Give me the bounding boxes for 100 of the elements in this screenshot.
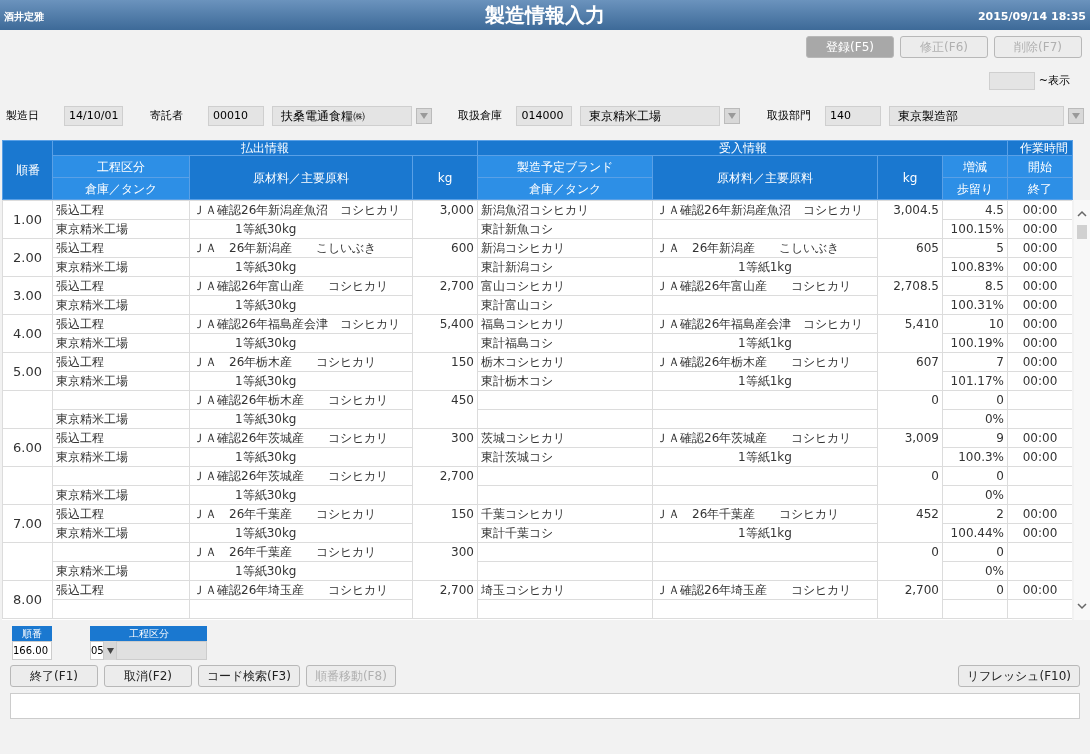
function-button[interactable]: 取消(F2) <box>104 665 192 687</box>
input-field[interactable]: 東京製造部 <box>889 106 1064 126</box>
table-cell: 450 <box>451 393 474 407</box>
table-cell: 1等紙30kg <box>235 412 297 426</box>
table-cell: 東京精米工場 <box>56 222 128 236</box>
table-cell: 9 <box>996 431 1004 445</box>
table-cell: 1等紙30kg <box>235 298 297 312</box>
input-field[interactable]: 166.00 <box>12 641 52 660</box>
table-cell: 0 <box>996 469 1004 483</box>
table-cell: 東計新潟コシ <box>481 260 553 274</box>
table-cell: 607 <box>916 355 939 369</box>
table-cell: ＪＡ確認26年栃木産 コシヒカリ <box>656 355 852 369</box>
table-cell: 100.83% <box>950 260 1004 274</box>
scroll-down-icon[interactable] <box>1077 603 1087 610</box>
table-cell: 00:00 <box>1022 298 1058 312</box>
function-button[interactable]: 終了(F1) <box>10 665 98 687</box>
table-cell: 張込工程 <box>56 583 104 597</box>
table-cell: 富山コシヒカリ <box>481 279 565 293</box>
table-cell: ＪＡ確認26年新潟産魚沼 コシヒカリ <box>193 203 401 217</box>
table-cell: 張込工程 <box>56 317 104 331</box>
table-cell: 605 <box>916 241 939 255</box>
table-cell: 7 <box>996 355 1004 369</box>
table-cell: 3.00 <box>13 287 42 303</box>
table-cell: 1等紙1kg <box>738 450 792 464</box>
table-cell: ＪＡ 26年千葉産 コシヒカリ <box>193 545 377 559</box>
function-button[interactable]: コード検索(F3) <box>198 665 300 687</box>
table-cell: 2 <box>996 507 1004 521</box>
table-cell: 5,410 <box>904 317 939 331</box>
table-cell: 1等紙1kg <box>738 260 792 274</box>
field-label: 寄託者 <box>149 107 184 124</box>
column-header: 払出情報 <box>241 141 289 155</box>
table-cell: 0 <box>996 393 1004 407</box>
table-cell: ＪＡ確認26年新潟産魚沼 コシヒカリ <box>656 203 864 217</box>
scrollbar[interactable] <box>1074 200 1090 620</box>
table-cell: 3,009 <box>904 431 939 445</box>
table-cell: 東京精米工場 <box>56 412 128 426</box>
table-cell: 東計福島コシ <box>481 336 553 350</box>
input-field[interactable]: 扶桑電通食糧㈱ <box>271 106 412 126</box>
table-cell: 00:00 <box>1022 507 1058 521</box>
column-header: 原材料／主要原料 <box>253 170 349 185</box>
table-cell: 2,700 <box>439 279 474 293</box>
table-cell: 東計千葉コシ <box>481 526 553 540</box>
table-cell: 2,708.5 <box>893 279 939 293</box>
column-header: 順番 <box>15 163 40 177</box>
column-header: 工程区分 <box>90 626 207 641</box>
column-header: 順番 <box>12 626 52 641</box>
column-header: 受入情報 <box>718 141 767 155</box>
table-cell: ＪＡ確認26年福島産会津 コシヒカリ <box>193 317 401 331</box>
input-field[interactable] <box>988 72 1035 90</box>
table-cell: ＪＡ確認26年茨城産 コシヒカリ <box>193 469 389 483</box>
table-cell: 0 <box>931 393 939 407</box>
column-header: 歩留り <box>957 181 993 196</box>
table-cell: 300 <box>451 545 474 559</box>
table-cell: ＪＡ確認26年富山産 コシヒカリ <box>656 279 852 293</box>
table-cell: 1等紙30kg <box>235 374 297 388</box>
table-cell: 8.00 <box>13 591 42 607</box>
caret-icon <box>1072 113 1080 119</box>
scroll-thumb[interactable] <box>1077 225 1087 239</box>
table-cell: 1等紙30kg <box>235 488 297 502</box>
column-header: 終了 <box>1028 181 1052 196</box>
table-cell: 東京精米工場 <box>56 336 128 350</box>
table-cell: 00:00 <box>1022 241 1058 255</box>
table-cell: 00:00 <box>1022 222 1058 236</box>
table-cell: 東計栃木コシ <box>481 374 553 388</box>
column-header: 作業時間 <box>1020 141 1068 155</box>
input-field[interactable]: 東京精米工場 <box>580 106 721 126</box>
column-header: 工程区分 <box>97 159 145 174</box>
table-cell: 1等紙1kg <box>738 374 792 388</box>
input-field[interactable]: 00010 <box>207 106 264 126</box>
table-cell: 張込工程 <box>56 431 104 445</box>
input-field[interactable]: 14/10/01 <box>64 106 124 126</box>
table-cell: 300 <box>451 431 474 445</box>
table-cell: 3,000 <box>439 203 474 217</box>
scroll-up-icon[interactable] <box>1077 210 1087 217</box>
table-cell: 1等紙30kg <box>235 450 297 464</box>
table-cell: ＪＡ 26年千葉産 コシヒカリ <box>656 507 840 521</box>
table-cell: 101.17% <box>950 374 1004 388</box>
table-cell: 張込工程 <box>56 507 104 521</box>
table-cell: 00:00 <box>1022 260 1058 274</box>
table-cell: 0% <box>984 488 1004 502</box>
table-cell: 2.00 <box>13 249 42 265</box>
input-field[interactable]: 014000 <box>516 106 573 126</box>
column-header: 製造予定ブランド <box>517 159 613 174</box>
table-cell: 452 <box>916 507 939 521</box>
dropdown-button[interactable] <box>104 641 116 660</box>
input-field[interactable]: 140 <box>825 106 881 126</box>
table-cell: ＪＡ 26年栃木産 コシヒカリ <box>193 355 377 369</box>
column-header: 開始 <box>1028 159 1052 174</box>
table-cell: 東京精米工場 <box>56 298 128 312</box>
table-cell: 100.3% <box>958 450 1004 464</box>
input-field[interactable]: 05 <box>90 641 104 660</box>
table-cell: 3,004.5 <box>893 203 939 217</box>
table-cell: 0% <box>984 412 1004 426</box>
function-button[interactable]: リフレッシュ(F10) <box>958 665 1080 687</box>
table-cell: 1等紙1kg <box>738 526 792 540</box>
table-cell: 00:00 <box>1022 279 1058 293</box>
column-header: 倉庫／タンク <box>529 181 601 196</box>
table-cell: 東京精米工場 <box>56 526 128 540</box>
table-cell: 150 <box>451 355 474 369</box>
table-cell: 福島コシヒカリ <box>481 317 565 331</box>
